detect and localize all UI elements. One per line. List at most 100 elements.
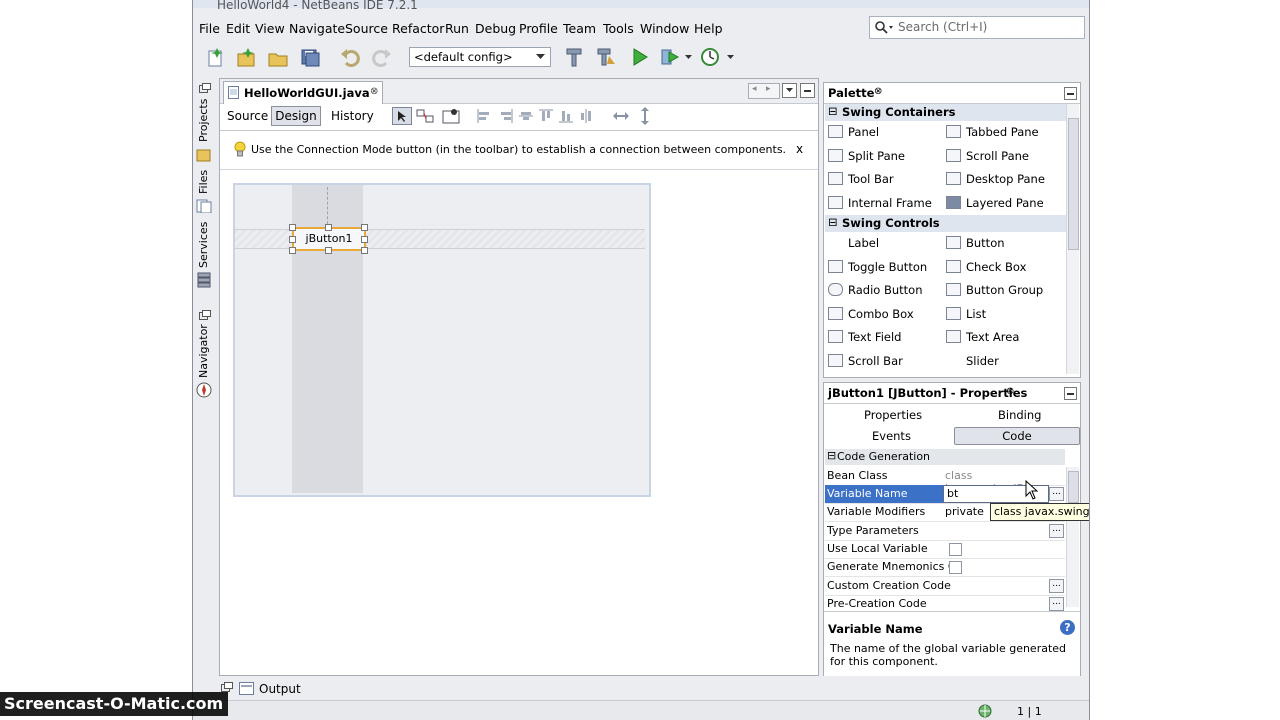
prop-name: Custom Creation Code <box>827 579 951 592</box>
menu-window[interactable]: Window <box>640 21 689 36</box>
menu-refactor[interactable]: Refactor <box>392 21 444 36</box>
debug-dropdown-icon[interactable] <box>685 55 692 60</box>
align-top-icon[interactable] <box>538 108 554 124</box>
close-properties-icon[interactable]: ⊗ <box>1006 386 1014 397</box>
center-vertically-icon[interactable] <box>578 108 594 124</box>
menu-profile[interactable]: Profile <box>519 21 558 36</box>
center-horizontally-icon[interactable] <box>518 108 534 124</box>
generate-mnemonics-checkbox[interactable] <box>949 561 962 574</box>
tab-list-icon[interactable] <box>782 83 797 98</box>
scroll-left-icon[interactable]: ◂ <box>752 84 757 94</box>
align-right-icon[interactable] <box>498 108 514 124</box>
edit-ellipsis-button[interactable]: ... <box>1049 524 1064 538</box>
label-icon <box>828 236 841 247</box>
help-icon[interactable]: ? <box>1060 620 1075 635</box>
profile-icon[interactable] <box>699 46 721 68</box>
file-tab[interactable]: HelloWorldGUI.java ⊗ <box>223 81 383 104</box>
tab-properties[interactable]: Properties <box>864 408 922 422</box>
scrollbar-thumb[interactable] <box>1068 118 1079 250</box>
tab-history[interactable]: History <box>331 109 374 123</box>
config-select[interactable]: <default config> <box>409 47 551 67</box>
preview-design-icon[interactable] <box>442 108 460 124</box>
open-project-icon[interactable] <box>267 46 289 68</box>
selection-mode-icon[interactable] <box>392 107 412 125</box>
resize-handle[interactable] <box>289 247 296 254</box>
prop-row-custom-creation-code[interactable]: Custom Creation Code ... <box>825 577 1065 596</box>
properties-scrollbar[interactable] <box>1066 467 1079 607</box>
minimize-palette-icon[interactable] <box>1064 87 1077 100</box>
menu-team[interactable]: Team <box>563 21 596 36</box>
minimize-properties-icon[interactable] <box>1064 387 1077 400</box>
menu-debug[interactable]: Debug <box>475 21 516 36</box>
scroll-right-icon[interactable]: ▸ <box>766 84 771 94</box>
align-bottom-icon[interactable] <box>558 108 574 124</box>
palette-scrollbar[interactable] <box>1066 104 1079 374</box>
debug-icon[interactable] <box>659 46 681 68</box>
menu-edit[interactable]: Edit <box>226 21 250 36</box>
side-tab-services[interactable]: Services <box>195 222 213 292</box>
palette-item-label: Tool Bar <box>848 172 894 186</box>
tab-design[interactable]: Design <box>271 106 321 126</box>
edit-ellipsis-button[interactable]: ... <box>1049 487 1064 501</box>
palette-category-swing-containers[interactable]: ⊟ Swing Containers <box>825 104 1071 121</box>
resize-handle[interactable] <box>325 247 332 254</box>
tab-events[interactable]: Events <box>872 429 911 443</box>
close-palette-icon[interactable]: ⊗ <box>874 86 882 97</box>
clean-build-icon[interactable] <box>595 46 617 68</box>
menu-tools[interactable]: Tools <box>603 21 634 36</box>
menu-run[interactable]: Run <box>445 21 469 36</box>
restore-output-icon[interactable] <box>221 682 233 692</box>
redo-icon[interactable] <box>371 46 393 68</box>
menu-source[interactable]: Source <box>345 21 388 36</box>
change-vertical-resizability-icon[interactable] <box>638 106 652 126</box>
run-icon[interactable] <box>629 46 651 68</box>
palette-category-swing-controls[interactable]: ⊟ Swing Controls <box>825 215 1071 232</box>
restore-window-icon[interactable] <box>199 83 211 93</box>
minimize-editor-icon[interactable] <box>800 83 815 98</box>
edit-ellipsis-button[interactable]: ... <box>1049 579 1064 593</box>
menu-view[interactable]: View <box>255 21 285 36</box>
tab-code[interactable]: Code <box>954 427 1080 445</box>
menu-file[interactable]: File <box>199 21 220 36</box>
connection-mode-icon[interactable] <box>416 108 434 124</box>
hint-close-button[interactable]: x <box>796 142 803 156</box>
build-hammer-icon[interactable] <box>563 46 585 68</box>
palette-item-label: Layered Pane <box>966 196 1044 210</box>
side-tab-navigator[interactable]: Navigator <box>195 324 213 402</box>
notifications-globe-icon[interactable] <box>977 704 993 718</box>
edit-ellipsis-button[interactable]: ... <box>1049 597 1064 611</box>
new-file-icon[interactable] <box>205 46 227 68</box>
prop-row-generate-mnemonics[interactable]: Generate Mnemonics Co <box>825 558 1065 577</box>
restore-navigator-icon[interactable] <box>199 310 211 320</box>
save-all-icon[interactable] <box>299 46 321 68</box>
resize-handle[interactable] <box>361 236 368 243</box>
resize-handle[interactable] <box>289 236 296 243</box>
close-tab-icon[interactable]: ⊗ <box>370 86 378 97</box>
profile-dropdown-icon[interactable] <box>727 55 734 60</box>
change-horizontal-resizability-icon[interactable] <box>612 108 630 124</box>
new-project-icon[interactable] <box>235 46 257 68</box>
use-local-variable-checkbox[interactable] <box>949 543 962 556</box>
menu-help[interactable]: Help <box>694 21 723 36</box>
resize-handle[interactable] <box>289 224 296 231</box>
output-tab[interactable]: Output <box>239 680 303 698</box>
prop-row-type-parameters[interactable]: Type Parameters ... <box>825 522 1065 541</box>
side-tab-projects[interactable]: Projects <box>195 99 213 164</box>
resize-handle[interactable] <box>361 247 368 254</box>
resize-handle[interactable] <box>325 224 332 231</box>
editor-view-bar: Source Design History <box>220 104 818 131</box>
scrollbar-thumb[interactable] <box>1068 471 1079 503</box>
tab-scroll-buttons[interactable]: ◂ ▸ <box>748 83 780 99</box>
prop-row-use-local-variable[interactable]: Use Local Variable <box>825 540 1065 559</box>
section-code-generation[interactable]: ⊟ Code Generation <box>825 449 1065 465</box>
search-input[interactable]: Search (Ctrl+I) <box>869 16 1085 39</box>
tab-source[interactable]: Source <box>227 109 268 123</box>
align-left-icon[interactable] <box>476 108 492 124</box>
resize-handle[interactable] <box>361 224 368 231</box>
side-tab-files[interactable]: Files <box>195 170 213 216</box>
menu-navigate[interactable]: Navigate <box>289 21 345 36</box>
design-form[interactable]: jButton1 <box>233 183 651 497</box>
undo-icon[interactable] <box>339 46 361 68</box>
tab-binding[interactable]: Binding <box>998 408 1041 422</box>
side-tab-services-label: Services <box>197 221 210 268</box>
